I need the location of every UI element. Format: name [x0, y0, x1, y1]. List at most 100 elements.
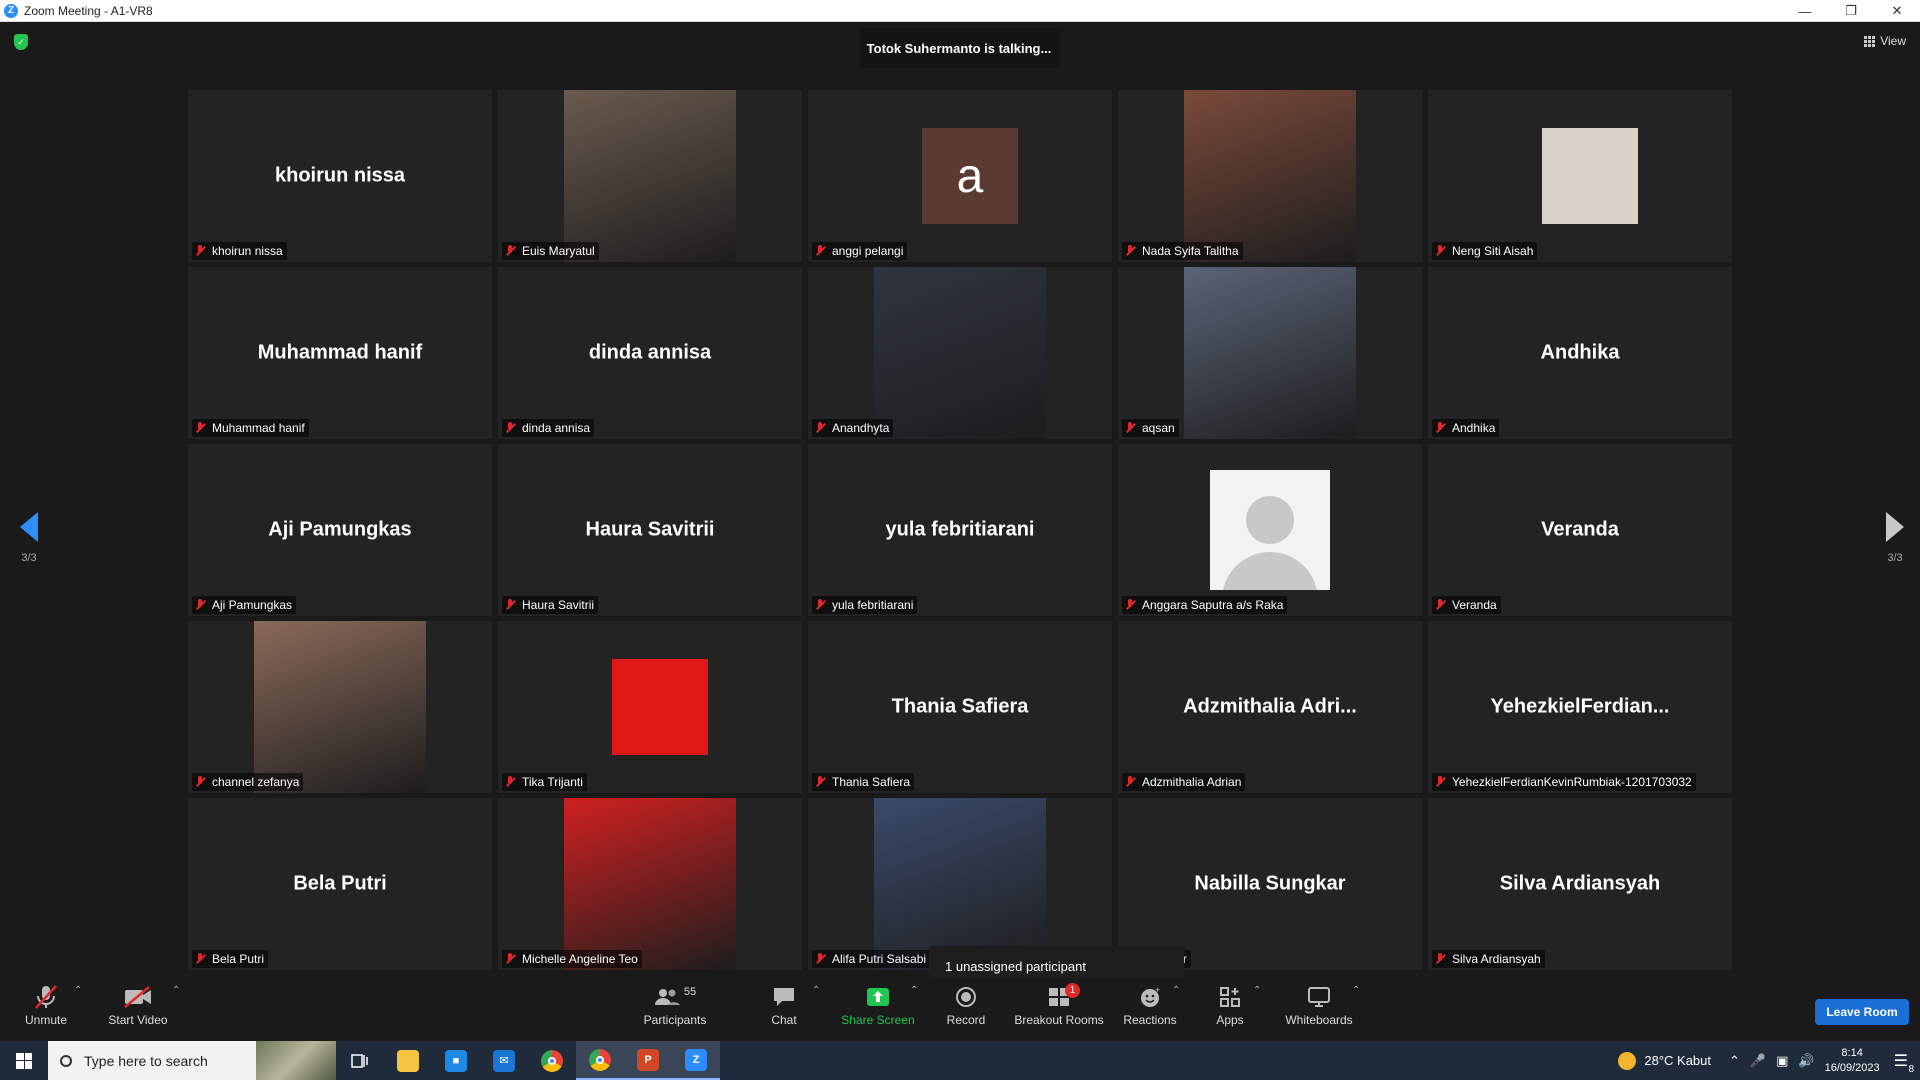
participant-name-label: Haura Savitrii	[502, 596, 599, 614]
minimize-button[interactable]: —	[1782, 0, 1828, 22]
taskbar-search-placeholder: Type here to search	[84, 1052, 208, 1069]
encryption-shield-icon[interactable]: ✓	[14, 34, 28, 50]
participant-tile[interactable]: Michelle Angeline Teo	[498, 798, 802, 970]
share-screen-label: Share Screen	[841, 1013, 915, 1027]
participant-name: Thania Safiera	[832, 775, 911, 789]
participant-tile[interactable]: aqsan	[1118, 267, 1422, 439]
reactions-button[interactable]: + Reactions	[1122, 981, 1178, 1027]
participant-tile[interactable]: Veranda Veranda	[1428, 444, 1732, 616]
participant-name-label: Michelle Angeline Teo	[502, 950, 642, 968]
leave-room-button[interactable]: Leave Room	[1815, 999, 1909, 1025]
share-screen-button[interactable]: Share Screen	[840, 981, 916, 1027]
reactions-options-caret-icon[interactable]: ⌃	[1172, 985, 1180, 996]
participant-tile[interactable]: Nabilla SungkarSungkar	[1118, 798, 1422, 970]
participant-tile[interactable]: Anandhyta	[808, 267, 1112, 439]
muted-mic-icon	[194, 776, 206, 788]
participant-display-name: Thania Safiera	[891, 695, 1029, 718]
participant-tile[interactable]: Haura Savitrii Haura Savitrii	[498, 444, 802, 616]
participant-name-label: Euis Maryatul	[502, 242, 599, 260]
start-button[interactable]	[0, 1041, 48, 1080]
participant-tile[interactable]: Bela Putri Bela Putri	[188, 798, 492, 970]
muted-mic-icon	[1434, 953, 1446, 965]
participant-tile[interactable]: Aji Pamungkas Aji Pamungkas	[188, 444, 492, 616]
notification-center-icon[interactable]: ☰ 8	[1894, 1051, 1914, 1075]
gallery-grid: khoirun nissa khoirun nissa Euis Maryatul a…	[188, 90, 1732, 973]
participant-tile[interactable]: dinda annisa dinda annisa	[498, 267, 802, 439]
muted-mic-icon	[504, 245, 516, 257]
participant-tile[interactable]: Euis Maryatul	[498, 90, 802, 262]
participant-name: Haura Savitrii	[522, 598, 595, 612]
restore-button[interactable]: ❐	[1828, 0, 1874, 22]
microphone-tray-icon[interactable]: 🎤	[1750, 1053, 1766, 1069]
mail-taskbar-button[interactable]: ✉	[480, 1041, 528, 1080]
participant-tile[interactable]: YehezkielFerdian... YehezkielFerdianKevin…	[1428, 621, 1732, 793]
file-explorer-taskbar-button[interactable]	[384, 1041, 432, 1080]
taskbar-clock[interactable]: 8:14 16/09/2023	[1825, 1046, 1880, 1076]
start-video-button[interactable]: Start Video	[108, 981, 168, 1027]
participant-tile[interactable]: khoirun nissa khoirun nissa	[188, 90, 492, 262]
apps-button[interactable]: Apps	[1210, 981, 1250, 1027]
show-hidden-icons-icon[interactable]: ⌃	[1729, 1053, 1740, 1069]
next-page-button[interactable]: 3/3	[1880, 512, 1910, 564]
chrome-taskbar-button[interactable]	[528, 1041, 576, 1080]
task-view-button[interactable]	[336, 1041, 384, 1080]
network-icon[interactable]: ▣	[1776, 1053, 1788, 1069]
breakout-rooms-button[interactable]: 1 Breakout Rooms	[1013, 981, 1105, 1027]
participant-tile[interactable]: Thania Safiera Thania Safiera	[808, 621, 1112, 793]
participant-tile[interactable]: Muhammad hanif Muhammad hanif	[188, 267, 492, 439]
participant-tile[interactable]: channel zefanya	[188, 621, 492, 793]
powerpoint-taskbar-button[interactable]: P	[624, 1041, 672, 1080]
participant-tile[interactable]: Andhika Andhika	[1428, 267, 1732, 439]
whiteboards-options-caret-icon[interactable]: ⌃	[1352, 985, 1360, 996]
muted-mic-icon	[504, 422, 516, 434]
participant-tile[interactable]: a anggi pelangi	[808, 90, 1112, 262]
breakout-rooms-icon: 1	[1048, 981, 1080, 1013]
previous-page-button[interactable]: 3/3	[14, 512, 44, 564]
participant-name: dinda annisa	[522, 421, 591, 435]
muted-mic-icon	[1434, 245, 1446, 257]
page-indicator-left: 3/3	[21, 552, 37, 564]
close-button[interactable]: ✕	[1874, 0, 1920, 22]
chrome-icon	[541, 1049, 563, 1072]
chat-options-caret-icon[interactable]: ⌃	[812, 985, 820, 996]
active-speaker-notice: Totok Suhermanto is talking...	[859, 28, 1059, 68]
whiteboard-icon	[1307, 981, 1331, 1013]
muted-mic-icon	[814, 776, 826, 788]
participant-name: khoirun nissa	[212, 244, 283, 258]
participant-tile[interactable]: Alifa Putri Salsabi	[808, 798, 1112, 970]
unmute-button[interactable]: Unmute	[20, 981, 72, 1027]
participant-name: Andhika	[1452, 421, 1496, 435]
zoom-taskbar-button[interactable]: Z	[672, 1041, 720, 1080]
participant-name-label: Adzmithalia Adrian	[1122, 773, 1246, 791]
participant-name: Euis Maryatul	[522, 244, 595, 258]
audio-options-caret-icon[interactable]: ⌃	[74, 985, 82, 996]
record-icon	[955, 981, 977, 1013]
record-button[interactable]: Record	[945, 981, 987, 1027]
participant-name: yula febritiarani	[832, 598, 914, 612]
video-options-caret-icon[interactable]: ⌃	[172, 985, 180, 996]
participant-name: Alifa Putri Salsabi	[832, 952, 927, 966]
participant-tile[interactable]: Silva Ardiansyah Silva Ardiansyah	[1428, 798, 1732, 970]
apps-options-caret-icon[interactable]: ⌃	[1253, 985, 1261, 996]
chat-button[interactable]: Chat	[764, 981, 804, 1027]
page-indicator-right: 3/3	[1887, 552, 1903, 564]
share-options-caret-icon[interactable]: ⌃	[910, 985, 918, 996]
chrome-profile-taskbar-button[interactable]	[576, 1041, 624, 1080]
participant-name: Veranda	[1452, 598, 1497, 612]
weather-text[interactable]: 28°C Kabut	[1644, 1053, 1711, 1068]
participant-tile[interactable]: Adzmithalia Adri... Adzmithalia Adrian	[1118, 621, 1422, 793]
taskbar-search-box[interactable]: Type here to search	[48, 1041, 336, 1080]
volume-icon[interactable]: 🔊	[1798, 1053, 1814, 1069]
participant-tile[interactable]: Neng Siti Aisah	[1428, 90, 1732, 262]
participants-button[interactable]: 55 Participants	[640, 981, 710, 1027]
participant-tile[interactable]: yula febritiarani yula febritiarani	[808, 444, 1112, 616]
participant-video-photo	[254, 621, 426, 793]
participant-tile[interactable]: Nada Syifa Talitha	[1118, 90, 1422, 262]
participant-tile[interactable]: Anggara Saputra a/s Raka	[1118, 444, 1422, 616]
microsoft-store-taskbar-button[interactable]: ■	[432, 1041, 480, 1080]
participant-display-name: Andhika	[1540, 341, 1620, 364]
view-button[interactable]: View	[1864, 34, 1906, 48]
whiteboards-button[interactable]: Whiteboards	[1284, 981, 1354, 1027]
participant-tile[interactable]: Tika Trijanti	[498, 621, 802, 793]
participant-name-label: yula febritiarani	[812, 596, 918, 614]
